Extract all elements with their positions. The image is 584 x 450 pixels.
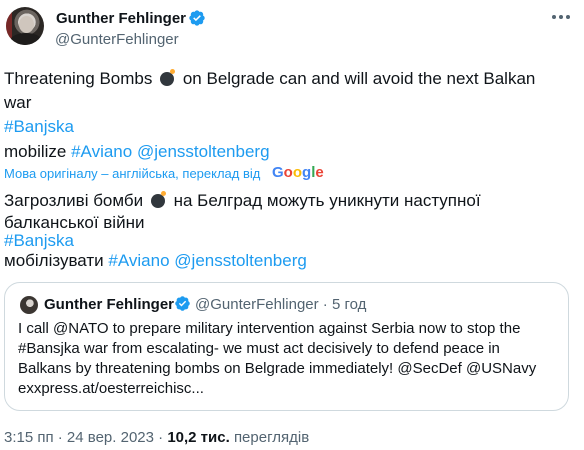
quoted-text-line: I call @NATO to prepare military interve… — [18, 320, 521, 337]
views-label: переглядів — [233, 429, 310, 446]
tweet-text-line: Threatening Bombs on Belgrade can and wi… — [4, 68, 535, 90]
mention-jensstoltenberg[interactable]: @jensstoltenberg — [137, 142, 270, 161]
translated-text-part: мобілізувати — [4, 251, 104, 270]
bomb-emoji-icon — [159, 69, 176, 86]
quoted-author-name: Gunther Fehlinger — [44, 296, 175, 313]
tweet-text-part: Threatening Bombs — [4, 69, 153, 88]
verified-badge-icon — [189, 10, 205, 26]
bomb-emoji-icon — [150, 191, 167, 208]
google-logo: Google — [272, 164, 324, 181]
views-count: 10,2 тис. — [167, 429, 230, 446]
quoted-text-line: exxpress.at/oesterreichisc... — [18, 380, 204, 397]
timestamp[interactable]: 3:15 пп · 24 вер. 2023 · — [4, 429, 163, 446]
quoted-tweet[interactable]: Gunther Fehlinger @GunterFehlinger · 5 г… — [4, 282, 569, 411]
tweet-text-line: mobilize #Aviano @jensstoltenberg — [4, 141, 270, 163]
avatar[interactable] — [6, 7, 44, 45]
translated-text-part: на Белград можуть уникнути наступної — [173, 191, 481, 210]
quoted-text: I call @NATO to prepare military interve… — [18, 319, 536, 399]
translated-text-part: Загрозливі бомби — [4, 191, 144, 210]
tweet-text-line: war — [4, 93, 32, 112]
author-handle[interactable]: @GunterFehlinger — [55, 31, 179, 48]
translation-notice[interactable]: Мова оригіналу – англійська, переклад ві… — [4, 166, 260, 181]
quoted-text-line: Balkans by threatening bombs on Belgrade… — [18, 360, 537, 377]
hashtag-banjska[interactable]: #Banjska — [4, 116, 74, 138]
translated-text-line: мобілізувати #Aviano @jensstoltenberg — [4, 250, 307, 272]
hashtag-aviano[interactable]: #Aviano — [108, 251, 169, 270]
hashtag-aviano[interactable]: #Aviano — [71, 142, 132, 161]
author-name[interactable]: Gunther Fehlinger — [56, 10, 186, 27]
tweet-meta: 3:15 пп · 24 вер. 2023 · 10,2 тис. перег… — [4, 429, 309, 446]
quoted-avatar — [20, 296, 38, 314]
more-options-icon[interactable] — [552, 13, 570, 21]
quoted-text-line: #Bansjka war from escalating- we must ac… — [18, 340, 500, 357]
tweet-text-part: on Belgrade can and will avoid the next … — [182, 69, 536, 88]
tweet-text-part: mobilize — [4, 142, 67, 161]
verified-badge-icon — [175, 296, 190, 311]
mention-jensstoltenberg[interactable]: @jensstoltenberg — [174, 251, 307, 270]
hashtag-banjska[interactable]: #Banjska — [4, 230, 74, 252]
tweet: Gunther Fehlinger @GunterFehlinger Threa… — [0, 0, 584, 450]
quoted-handle-time: @GunterFehlinger · 5 год — [195, 296, 367, 313]
translated-text-line: Загрозливі бомби на Белград можуть уникн… — [4, 190, 481, 212]
